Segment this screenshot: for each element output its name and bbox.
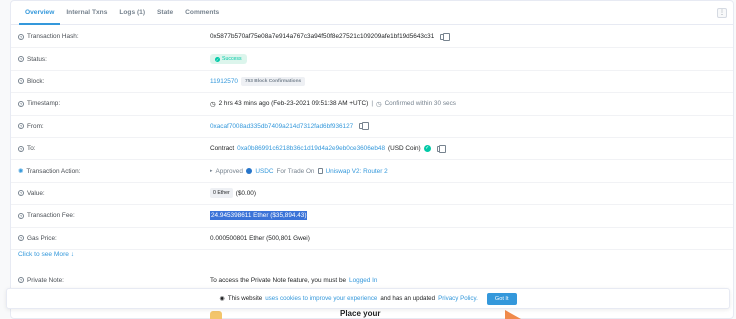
promo-text: Place your: [340, 309, 381, 318]
lightbulb-icon: ✺: [18, 168, 24, 176]
help-icon[interactable]: ?: [18, 33, 24, 40]
help-icon[interactable]: ?: [18, 100, 24, 107]
timer-icon: ◷: [375, 100, 382, 108]
help-icon[interactable]: ?: [18, 277, 24, 284]
from-address-link[interactable]: 0xacaf7008ad335db7409a214d7312fad6bf9361…: [210, 123, 353, 130]
gas-price-value: 0.000500801 Ether (500,801 Gwei): [210, 234, 310, 242]
token-name: (USD Coin): [388, 145, 421, 153]
help-icon[interactable]: ?: [18, 78, 24, 85]
row-label: Timestamp:: [27, 100, 61, 108]
row-label: Transaction Hash:: [27, 33, 79, 41]
row-transaction-hash: ? Transaction Hash: 0x5877b570af75e08a7e9…: [11, 26, 733, 49]
copy-icon[interactable]: [436, 144, 447, 153]
help-icon[interactable]: ?: [18, 56, 24, 63]
approved-text: Approved: [215, 167, 243, 175]
usdc-token-link[interactable]: USDC: [255, 168, 273, 175]
tab-bar: Overview Internal Txns Logs (1) State Co…: [11, 1, 733, 25]
verified-check-icon: ✓: [423, 145, 431, 153]
privacy-policy-link[interactable]: Privacy Policy.: [438, 295, 478, 302]
row-label: Block:: [27, 77, 45, 85]
usdc-token-icon: [245, 167, 253, 175]
promo-illustration: [210, 311, 222, 319]
row-status: ? Status: ✓ Success: [11, 48, 733, 71]
row-label: Value:: [27, 189, 45, 197]
row-label: Transaction Action:: [26, 167, 81, 175]
cookie-text-2: and has an updated: [380, 295, 436, 302]
tab-state[interactable]: State: [151, 1, 179, 25]
caret-right-icon: ▸: [210, 168, 213, 175]
row-value: ? Value: 0 Ether ($0.00): [11, 183, 733, 206]
more-options-icon[interactable]: ⋮: [717, 8, 727, 18]
ether-value-badge: 0 Ether: [210, 188, 233, 199]
row-timestamp: ? Timestamp: ◷ 2 hrs 43 mins ago (Feb-23-2…: [11, 93, 733, 116]
for-trade-text: For Trade On: [276, 167, 315, 175]
login-link[interactable]: Logged In: [349, 277, 377, 284]
cookie-text-1: This website: [227, 295, 263, 302]
row-label: To:: [27, 145, 36, 153]
row-label: Private Note:: [27, 276, 64, 284]
row-transaction-fee: ? Transaction Fee: 24.945398611 Ether ($3…: [11, 205, 733, 228]
help-icon[interactable]: ?: [18, 212, 24, 219]
row-gas-price: ? Gas Price: 0.000500801 Ether (500,801 G…: [11, 228, 733, 250]
row-label: Gas Price:: [27, 234, 57, 242]
timestamp-value: 2 hrs 43 mins ago (Feb-23-2021 09:51:38 …: [218, 100, 369, 108]
uniswap-router-link[interactable]: Uniswap V2: Router 2: [326, 168, 388, 175]
cookie-policy-link[interactable]: uses cookies to improve your experience: [265, 295, 377, 302]
contract-file-icon: [317, 167, 323, 175]
block-confirmations-badge: 753 Block Confirmations: [240, 76, 306, 86]
row-from: ? From: 0xacaf7008ad335db7409a214d7312fad…: [11, 116, 733, 138]
help-icon[interactable]: ?: [18, 123, 24, 130]
clock-icon: ◷: [210, 100, 216, 108]
copy-icon[interactable]: [440, 32, 450, 41]
contract-prefix: Contract: [210, 145, 235, 153]
to-address-link[interactable]: 0xa0b86991c6218b36c1d19d4a2e9eb0ce3606eb…: [237, 145, 385, 152]
tab-overview[interactable]: Overview: [19, 1, 61, 25]
help-icon[interactable]: ?: [18, 145, 24, 152]
transaction-card: Overview Internal Txns Logs (1) State Co…: [10, 0, 734, 319]
tab-logs[interactable]: Logs (1): [113, 1, 151, 25]
separator: |: [371, 100, 373, 108]
row-to: ? To: Contract 0xa0b86991c6218b36c1d19d4a2…: [11, 138, 733, 161]
check-circle-icon: ✓: [215, 56, 220, 62]
copy-icon[interactable]: [359, 122, 369, 131]
got-it-button[interactable]: Got It: [486, 292, 517, 305]
tab-comments[interactable]: Comments: [179, 1, 225, 25]
row-label: Status:: [27, 55, 47, 63]
see-more-link[interactable]: Click to see More ↓: [18, 251, 74, 258]
transaction-hash-value: 0x5877b570af75e08a7e914a767c3a94f50f8e27…: [210, 33, 435, 41]
help-icon[interactable]: ?: [18, 190, 24, 197]
block-number-link[interactable]: 11912570: [210, 78, 238, 85]
arrow-down-icon: ↓: [70, 251, 75, 258]
row-label: Transaction Fee:: [27, 212, 75, 220]
private-note-text: To access the Private Note feature, you …: [210, 276, 347, 284]
status-badge: ✓ Success: [210, 54, 247, 65]
row-transaction-action: ✺ Transaction Action: ▸ Approved USDC For Tr…: [11, 160, 733, 183]
cookie-banner: ◉ This website uses cookies to improve y…: [6, 288, 730, 309]
tab-internal-txns[interactable]: Internal Txns: [60, 1, 113, 25]
help-icon[interactable]: ?: [18, 235, 24, 242]
row-block: ? Block: 11912570 753 Block Confirmations: [11, 71, 733, 94]
row-label: From:: [27, 122, 44, 130]
confirmed-within: Confirmed within 30 secs: [384, 100, 456, 108]
usd-value: ($0.00): [235, 189, 256, 197]
cookie-icon: ◉: [219, 295, 225, 302]
transaction-fee-value: 24.945398611 Ether ($35,894.43): [210, 211, 308, 221]
